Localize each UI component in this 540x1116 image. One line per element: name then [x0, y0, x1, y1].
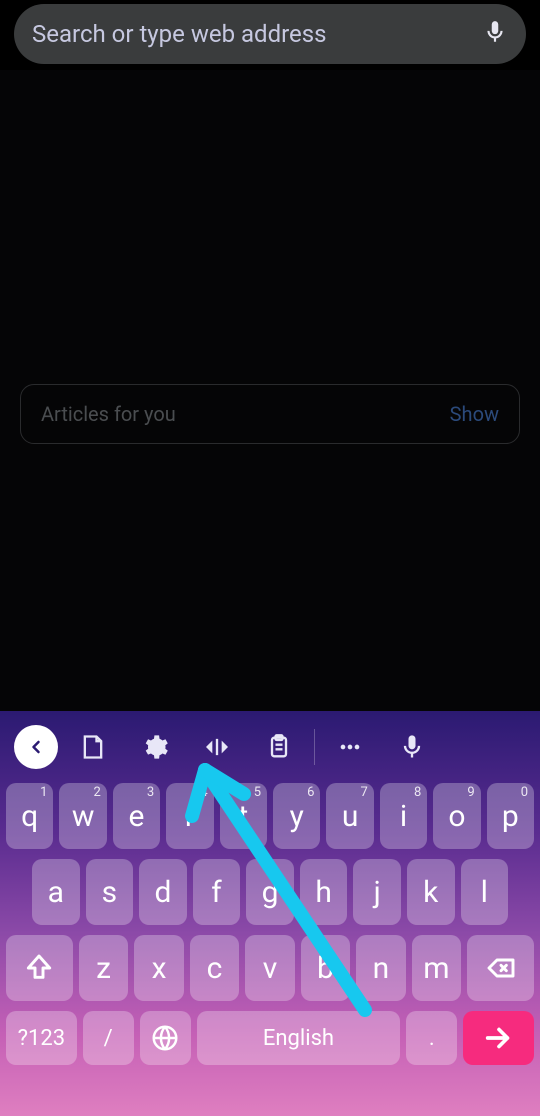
key-l[interactable]: l: [461, 859, 509, 925]
sticker-icon[interactable]: [62, 725, 124, 769]
key-w[interactable]: w2: [59, 783, 106, 849]
shift-key[interactable]: [6, 935, 73, 1001]
backspace-key[interactable]: [467, 935, 534, 1001]
key-h[interactable]: h: [300, 859, 348, 925]
key-p[interactable]: p0: [487, 783, 534, 849]
key-e[interactable]: e3: [113, 783, 160, 849]
key-m[interactable]: m: [412, 935, 461, 1001]
close-toolbar-button[interactable]: [14, 725, 58, 769]
symbols-key[interactable]: ?123: [6, 1011, 77, 1065]
search-placeholder: Search or type web address: [32, 20, 482, 48]
clipboard-icon[interactable]: [248, 725, 310, 769]
browser-content: Articles for you Show: [0, 70, 540, 711]
key-q[interactable]: q1: [6, 783, 53, 849]
key-n[interactable]: n: [356, 935, 405, 1001]
key-c[interactable]: c: [190, 935, 239, 1001]
keyboard-toolbar: [0, 711, 540, 783]
key-d[interactable]: d: [139, 859, 187, 925]
key-y[interactable]: y6: [273, 783, 320, 849]
key-k[interactable]: k: [407, 859, 455, 925]
cursor-move-icon[interactable]: [186, 725, 248, 769]
keyboard-row-2: asdfghjkl: [4, 859, 536, 925]
articles-label: Articles for you: [41, 402, 176, 426]
key-f[interactable]: f: [193, 859, 241, 925]
period-key[interactable]: .: [406, 1011, 457, 1065]
key-i[interactable]: i8: [380, 783, 427, 849]
slash-key[interactable]: /: [83, 1011, 134, 1065]
space-key[interactable]: English: [197, 1011, 401, 1065]
key-b[interactable]: b: [301, 935, 350, 1001]
globe-key[interactable]: [140, 1011, 191, 1065]
key-t[interactable]: t5: [220, 783, 267, 849]
articles-show-link[interactable]: Show: [450, 402, 499, 426]
key-z[interactable]: z: [79, 935, 128, 1001]
search-bar[interactable]: Search or type web address: [14, 4, 526, 64]
keyboard-rows: q1w2e3r4t5y6u7i8o9p0 asdfghjkl zxcvbnm ?…: [0, 783, 540, 1116]
key-x[interactable]: x: [134, 935, 183, 1001]
more-icon[interactable]: [319, 725, 381, 769]
keyboard-row-4: ?123 / English .: [4, 1011, 536, 1065]
keyboard-row-3: zxcvbnm: [4, 935, 536, 1001]
key-a[interactable]: a: [32, 859, 80, 925]
key-r[interactable]: r4: [166, 783, 213, 849]
key-v[interactable]: v: [245, 935, 294, 1001]
key-u[interactable]: u7: [326, 783, 373, 849]
articles-card[interactable]: Articles for you Show: [20, 384, 520, 444]
toolbar-divider: [314, 729, 315, 765]
key-s[interactable]: s: [86, 859, 134, 925]
gear-icon[interactable]: [124, 725, 186, 769]
keyboard-row-1: q1w2e3r4t5y6u7i8o9p0: [4, 783, 536, 849]
mic-icon[interactable]: [482, 19, 508, 49]
key-g[interactable]: g: [246, 859, 294, 925]
enter-key[interactable]: [463, 1011, 534, 1065]
keyboard-mic-icon[interactable]: [381, 725, 443, 769]
key-j[interactable]: j: [353, 859, 401, 925]
key-o[interactable]: o9: [433, 783, 480, 849]
keyboard: q1w2e3r4t5y6u7i8o9p0 asdfghjkl zxcvbnm ?…: [0, 711, 540, 1116]
